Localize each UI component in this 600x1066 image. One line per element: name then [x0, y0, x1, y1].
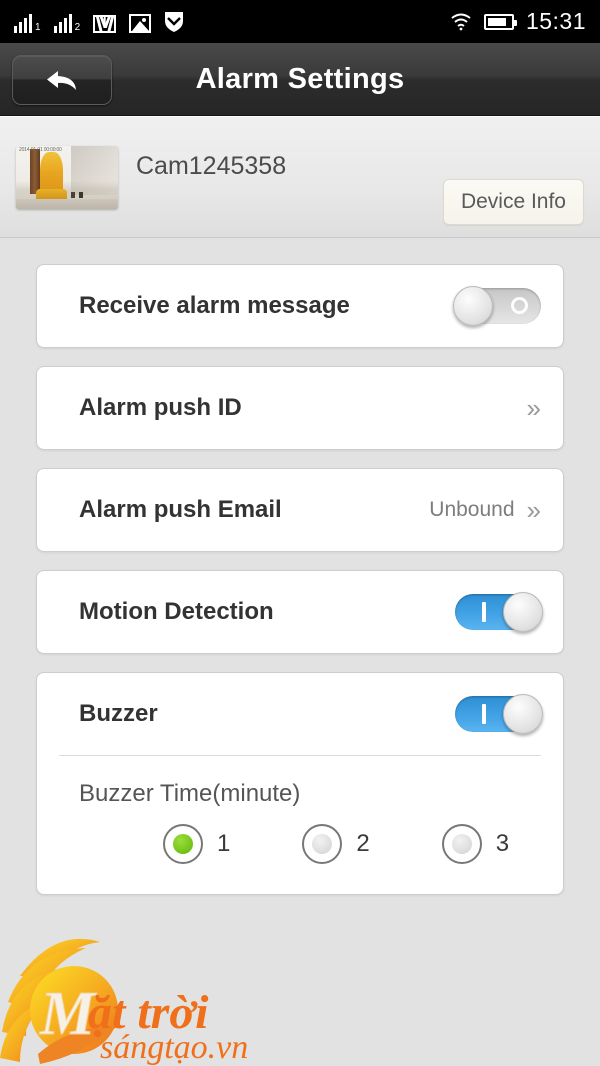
- motion-detection-card: Motion Detection: [36, 570, 564, 654]
- toggle-on-icon: [482, 602, 486, 622]
- camera-thumbnail[interactable]: 2014-01-01 00:00:00: [16, 146, 118, 209]
- toggle-knob: [503, 694, 543, 734]
- receive-alarm-label: Receive alarm message: [79, 292, 350, 319]
- buzzer-toggle[interactable]: [455, 694, 543, 734]
- shield-download-icon: [165, 11, 184, 32]
- status-bar-clock: 15:31: [525, 8, 586, 34]
- toggle-off-icon: [511, 297, 528, 314]
- alarm-push-id-row[interactable]: Alarm push ID »: [37, 367, 563, 449]
- motion-detection-row[interactable]: Motion Detection: [37, 571, 563, 653]
- back-button[interactable]: [12, 55, 112, 105]
- back-arrow-icon: [47, 71, 76, 90]
- radio-ring-icon: [302, 824, 343, 864]
- receive-alarm-row[interactable]: Receive alarm message: [37, 265, 563, 347]
- status-bar-left-icons: 1 2: [14, 11, 184, 33]
- alarm-push-email-value: Unbound: [429, 498, 515, 521]
- signal-2-label: 2: [74, 21, 81, 33]
- buzzer-time-option-2-label: 2: [356, 830, 370, 857]
- settings-list: Receive alarm message Alarm push ID » Al…: [0, 238, 600, 895]
- buzzer-time-option-1[interactable]: 1: [163, 824, 230, 864]
- buzzer-time-label: Buzzer Time(minute): [79, 780, 301, 807]
- alarm-push-email-label: Alarm push Email: [79, 496, 282, 523]
- buzzer-time-option-1-label: 1: [217, 830, 231, 857]
- page-title: Alarm Settings: [195, 62, 405, 95]
- signal-1-label: 1: [35, 21, 41, 33]
- gmail-icon: [93, 14, 117, 33]
- alarm-push-email-card: Alarm push Email Unbound »: [36, 468, 564, 552]
- watermark-initial: M: [39, 980, 97, 1048]
- buzzer-time-radio-group: 1 2 3: [37, 824, 563, 894]
- alarm-push-id-label: Alarm push ID: [79, 394, 242, 421]
- buzzer-time-option-2[interactable]: 2: [302, 824, 370, 864]
- radio-ring-icon: [163, 824, 203, 864]
- buzzer-time-option-3-label: 3: [495, 830, 510, 857]
- title-bar: Alarm Settings: [0, 43, 600, 116]
- watermark-logo: M ặt trời sángtạo.vn: [0, 938, 248, 1066]
- photo-icon: [129, 13, 152, 33]
- signal-bars-1-icon: 1: [14, 11, 41, 33]
- watermark-line1: ặt trời: [88, 986, 209, 1039]
- receive-alarm-toggle[interactable]: [453, 286, 541, 326]
- toggle-knob: [503, 592, 543, 632]
- device-name: Cam1245358: [136, 152, 287, 180]
- motion-detection-label: Motion Detection: [79, 598, 274, 625]
- watermark-line2: sángtạo.vn: [100, 1029, 248, 1066]
- signal-bars-2-icon: 2: [53, 11, 81, 33]
- device-info-button[interactable]: Device Info: [442, 179, 584, 225]
- radio-ring-icon: [441, 824, 482, 864]
- alarm-push-email-row[interactable]: Alarm push Email Unbound »: [37, 469, 563, 551]
- receive-alarm-card: Receive alarm message: [36, 264, 564, 348]
- app-screen: 1 2 15:31 Alarm Settings 2014-01-01 00:0…: [0, 0, 600, 1066]
- alarm-push-id-card: Alarm push ID »: [36, 366, 564, 450]
- buzzer-time-option-3[interactable]: 3: [441, 824, 510, 864]
- chevron-right-icon: »: [526, 393, 541, 423]
- thumbnail-timestamp: 2014-01-01 00:00:00: [19, 147, 62, 153]
- buzzer-card: Buzzer Buzzer Time(minute) 1 2 3: [36, 672, 564, 895]
- buzzer-row[interactable]: Buzzer: [37, 673, 563, 755]
- status-bar: 1 2 15:31: [0, 0, 600, 43]
- motion-detection-toggle[interactable]: [455, 592, 543, 632]
- battery-icon: [483, 13, 517, 30]
- status-bar-right-icons: 15:31: [450, 0, 586, 43]
- device-card: 2014-01-01 00:00:00 Cam1245358 Device In…: [0, 116, 600, 238]
- wifi-icon: [451, 13, 471, 30]
- chevron-right-icon: »: [526, 495, 541, 525]
- buzzer-label: Buzzer: [79, 700, 158, 727]
- toggle-knob: [453, 286, 493, 326]
- toggle-on-icon: [482, 704, 486, 724]
